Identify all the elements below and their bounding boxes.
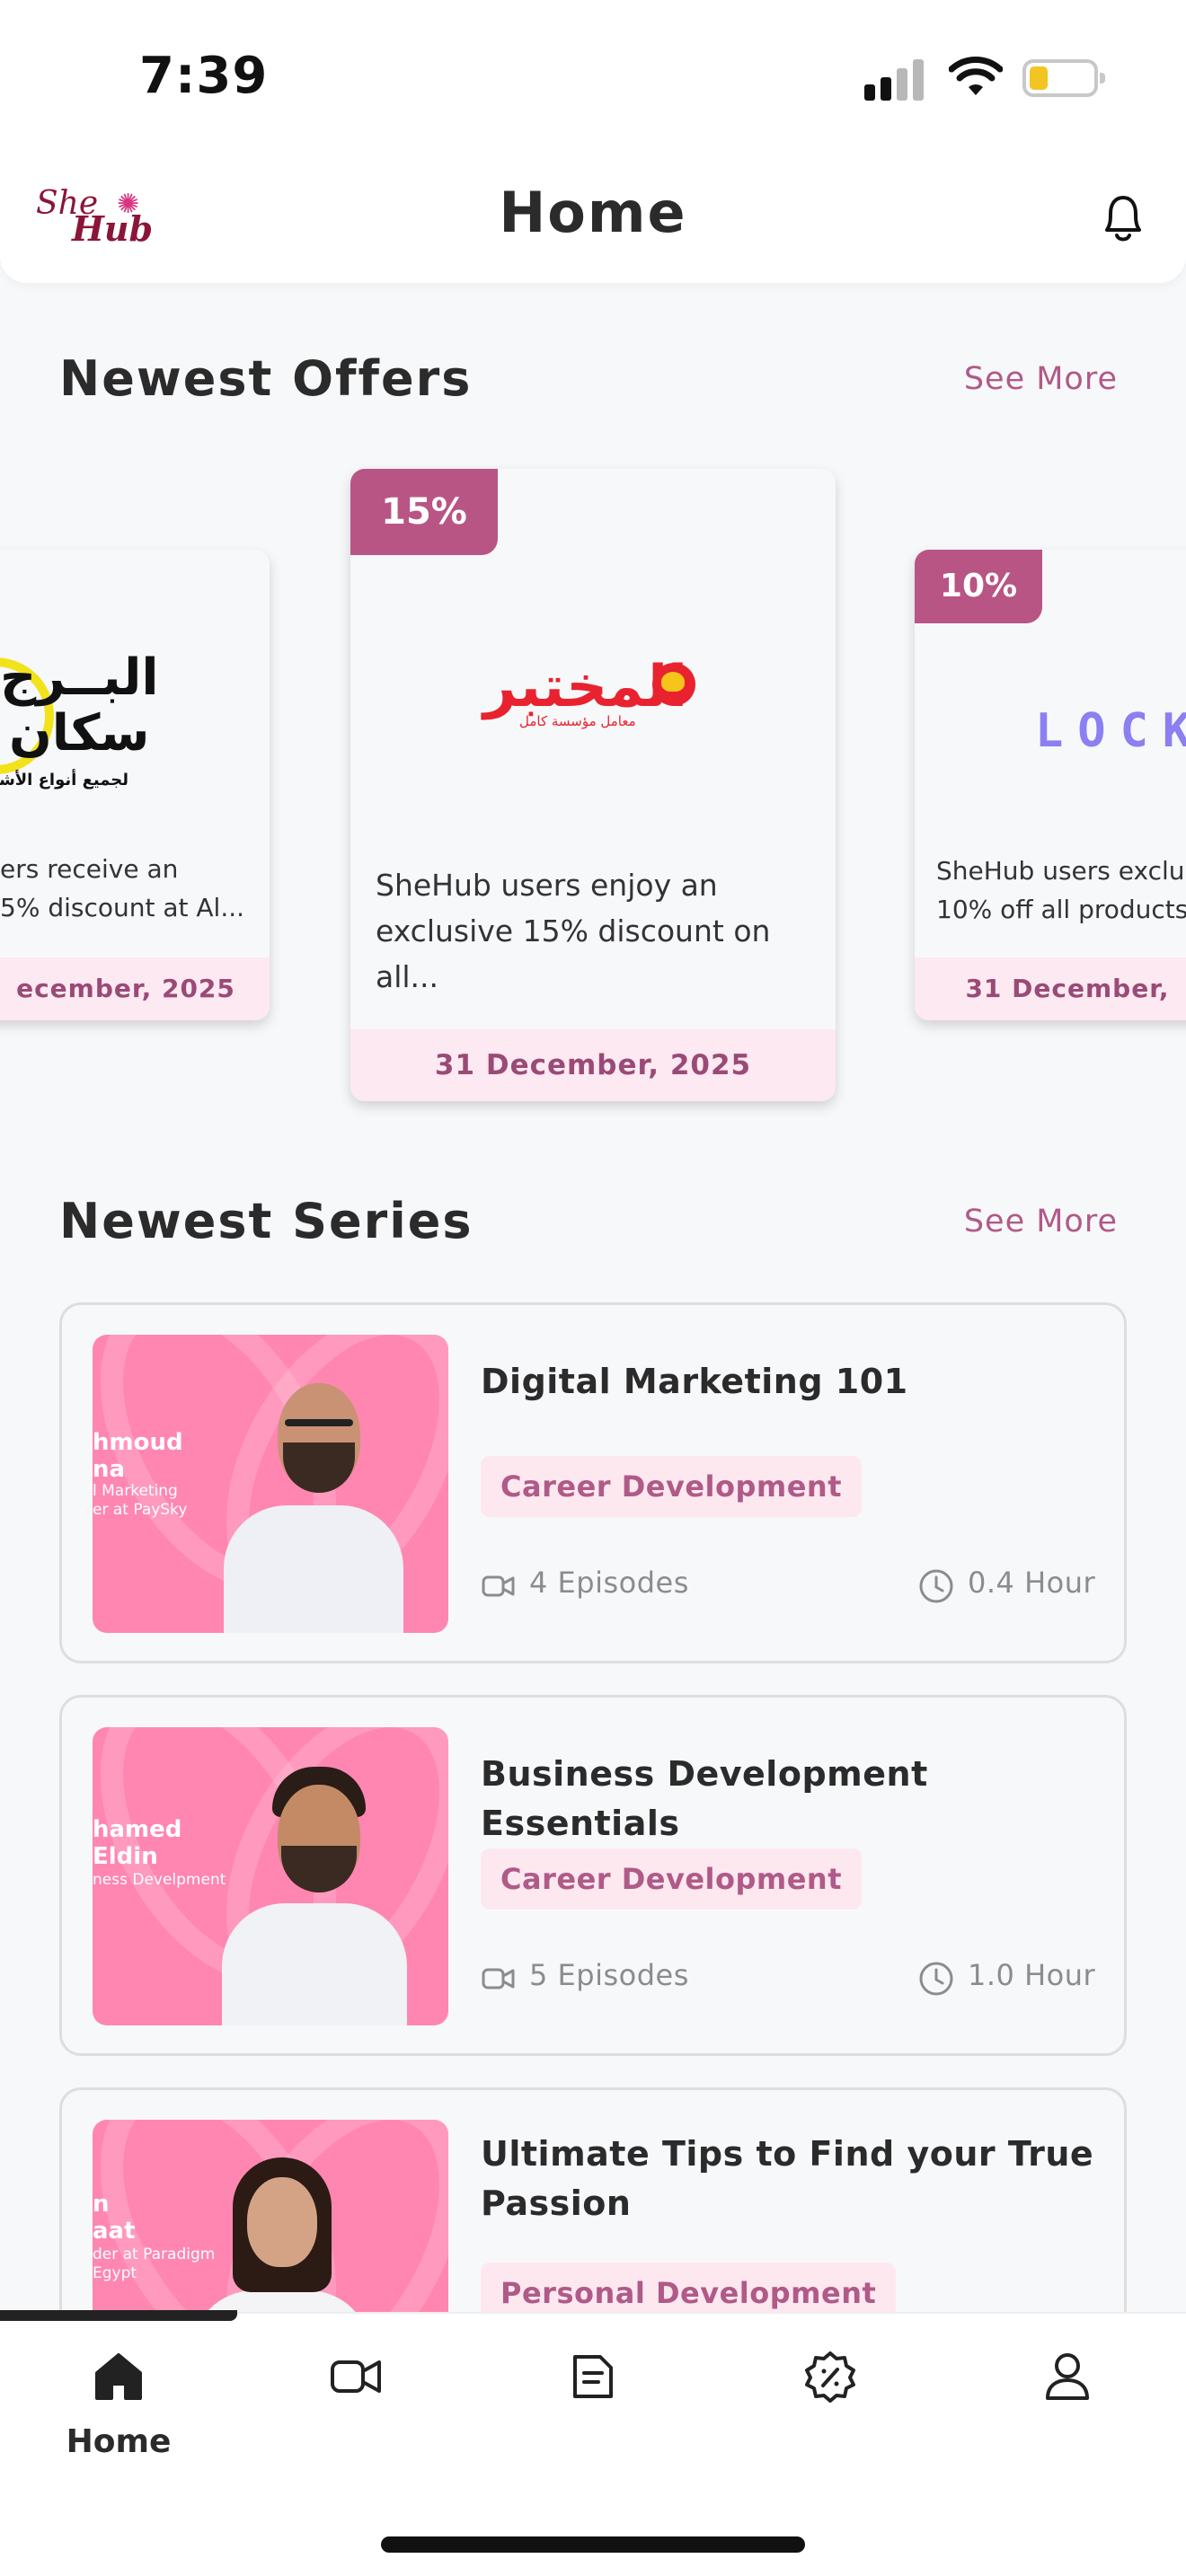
video-icon <box>331 2360 381 2393</box>
discount-badge: 15% <box>350 469 498 555</box>
offer-description: ers receive an 5% discount at Al... <box>0 854 245 923</box>
status-bar: 7:39 <box>0 0 1186 162</box>
locker-logo: LOCKe <box>1035 704 1186 758</box>
offer-card[interactable]: 10% LOCKe SheHub users exclus 10% off al… <box>915 550 1186 1020</box>
series-see-more-link[interactable]: See More <box>964 1204 1118 1239</box>
offer-date: 31 December, 2025 <box>350 1029 836 1101</box>
tab-home[interactable]: Home <box>0 2350 237 2484</box>
tab-home-label: Home <box>66 2423 172 2460</box>
offer-description: SheHub users exclus 10% off all products <box>936 856 1186 925</box>
profile-icon <box>1046 2353 1089 2400</box>
video-icon <box>482 1968 515 1989</box>
tab-videos[interactable] <box>237 2350 474 2484</box>
series-title: Ultimate Tips to Find your True Passion <box>481 2134 1094 2224</box>
tab-articles[interactable] <box>474 2350 712 2484</box>
discount-badge: 10% <box>915 550 1042 623</box>
series-section-title: Newest Series <box>59 1193 474 1249</box>
offer-date: 31 December, <box>915 957 1186 1020</box>
tab-offers[interactable] <box>712 2350 949 2484</box>
document-icon <box>573 2355 613 2398</box>
offers-section-title: Newest Offers <box>59 350 473 407</box>
series-title: Digital Marketing 101 <box>481 1362 908 1401</box>
cellular-signal-icon <box>864 57 927 101</box>
episodes-count: 5 Episodes <box>529 1958 689 1992</box>
episodes-count: 4 Episodes <box>529 1566 689 1600</box>
alborg-scan-logo: البــرج سكان لجميع أنواع الأشعة <box>0 648 159 801</box>
duration: 0.4 Hour <box>968 1566 1096 1600</box>
active-tab-indicator <box>0 2310 237 2321</box>
clock-icon <box>919 1569 953 1603</box>
battery-icon <box>1022 59 1105 97</box>
tab-profile[interactable] <box>949 2350 1186 2484</box>
category-tag: Career Development <box>481 1456 862 1517</box>
series-thumbnail: hamed Eldin ness Develpment <box>93 1727 448 2025</box>
bell-icon[interactable] <box>1098 190 1148 246</box>
category-tag: Career Development <box>481 1848 862 1910</box>
offer-card[interactable]: البــرج سكان لجميع أنواع الأشعة ers rece… <box>0 550 270 1020</box>
offer-date: ecember, 2025 <box>0 957 270 1020</box>
offer-card[interactable]: 15% المختبر معامل مؤسسة كامل SheHub user… <box>350 469 836 1101</box>
discount-icon <box>805 2351 855 2403</box>
almokhtabar-logo: المختبر معامل مؤسسة كامل <box>483 654 699 729</box>
page-title: Home <box>499 180 687 245</box>
duration: 1.0 Hour <box>968 1958 1096 1992</box>
series-card[interactable]: hmoud na l Marketing er at PaySky Digita… <box>59 1302 1127 1663</box>
status-time: 7:39 <box>139 47 269 105</box>
offers-see-more-link[interactable]: See More <box>964 361 1118 397</box>
series-card[interactable]: hamed Eldin ness Develpment Business Dev… <box>59 1695 1127 2056</box>
series-title: Business Development Essentials <box>481 1754 928 1844</box>
video-icon <box>482 1575 515 1597</box>
offer-description: SheHub users enjoy an exclusive 15% disc… <box>376 868 771 995</box>
app-header: She Hub ✺ Home <box>0 162 1186 283</box>
series-thumbnail: hmoud na l Marketing er at PaySky <box>93 1335 448 1633</box>
wifi-icon <box>949 57 1003 95</box>
home-icon <box>95 2353 142 2400</box>
home-indicator <box>381 2536 805 2553</box>
clock-icon <box>919 1962 953 1996</box>
